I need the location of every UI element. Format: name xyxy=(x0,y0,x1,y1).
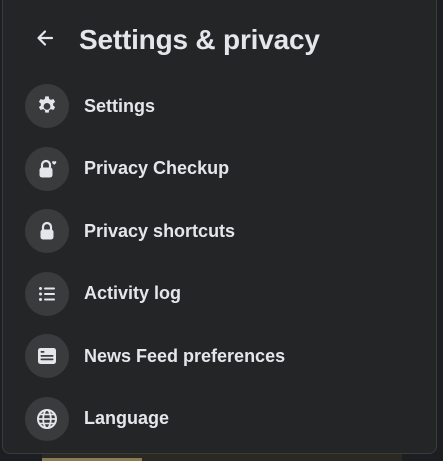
menu-item-label: News Feed preferences xyxy=(84,345,286,366)
menu-item-privacy-checkup[interactable]: Privacy Checkup xyxy=(25,146,425,191)
back-button[interactable] xyxy=(23,18,67,62)
panel-header: Settings & privacy xyxy=(23,18,320,62)
background-content-strip xyxy=(42,454,402,461)
gear-icon xyxy=(25,84,69,128)
menu-item-news-feed-preferences[interactable]: News Feed preferences xyxy=(25,334,425,379)
lock-heart-icon xyxy=(25,146,69,191)
arrow-left-icon xyxy=(35,28,55,53)
menu-item-label: Privacy shortcuts xyxy=(84,220,236,241)
lock-icon xyxy=(25,209,69,254)
settings-privacy-panel: Settings & privacy Settings Privacy Chec… xyxy=(2,0,437,454)
page-title: Settings & privacy xyxy=(79,24,320,55)
list-icon xyxy=(25,271,69,316)
menu-item-privacy-shortcuts[interactable]: Privacy shortcuts xyxy=(25,209,425,254)
menu-item-label: Settings xyxy=(84,95,156,116)
settings-menu: Settings Privacy Checkup Privacy shortcu… xyxy=(25,84,425,460)
menu-item-language[interactable]: Language xyxy=(25,396,425,441)
menu-item-activity-log[interactable]: Activity log xyxy=(25,271,425,316)
menu-item-label: Privacy Checkup xyxy=(84,158,230,179)
menu-item-label: Activity log xyxy=(84,283,182,304)
feed-icon xyxy=(25,334,69,379)
menu-item-settings[interactable]: Settings xyxy=(25,84,425,128)
globe-icon xyxy=(25,396,69,441)
menu-item-label: Language xyxy=(84,408,170,429)
